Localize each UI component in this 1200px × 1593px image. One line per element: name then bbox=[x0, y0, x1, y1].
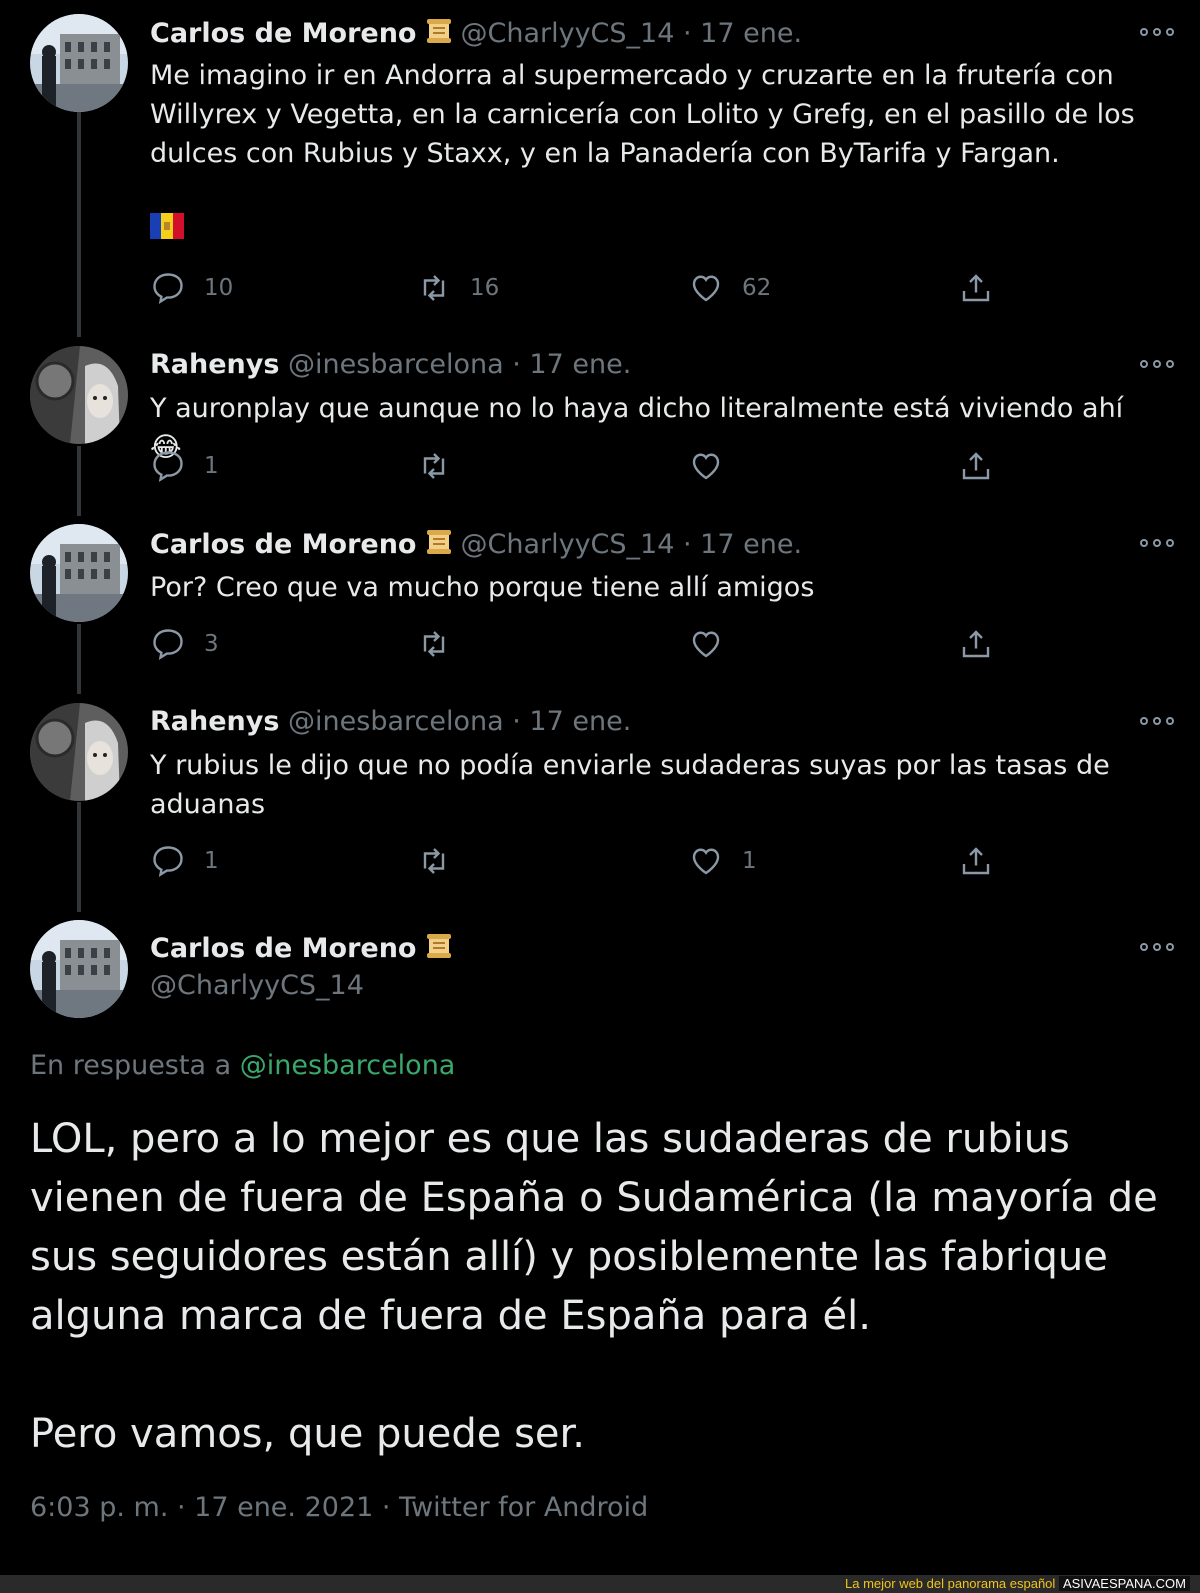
retweet-icon bbox=[423, 275, 445, 301]
more-options-icon[interactable] bbox=[1140, 536, 1174, 550]
heart-icon bbox=[692, 848, 720, 875]
tweet-text: Y rubius le dijo que no podía enviarle s… bbox=[150, 750, 1110, 820]
scroll-emoji-icon bbox=[424, 931, 454, 970]
more-options-icon[interactable] bbox=[1140, 25, 1174, 39]
share-button[interactable] bbox=[958, 841, 994, 881]
more-options-icon[interactable] bbox=[1140, 357, 1174, 371]
tweet-header: Carlos de Moreno bbox=[150, 931, 460, 970]
tweet-text: Por? Creo que va mucho porque tiene allí… bbox=[150, 572, 815, 603]
like-button[interactable]: 62 bbox=[688, 268, 771, 308]
more-options-icon[interactable] bbox=[1140, 940, 1174, 954]
display-name[interactable]: Carlos de Moreno bbox=[150, 933, 416, 964]
handle[interactable]: @CharlyyCS_14 bbox=[150, 969, 364, 1003]
thread-line bbox=[77, 446, 81, 516]
avatar-carlos-icon bbox=[30, 920, 128, 1018]
retweet-count: 16 bbox=[470, 275, 500, 301]
footer-tagline: La mejor web del panorama español bbox=[845, 1576, 1056, 1591]
like-button[interactable] bbox=[688, 624, 724, 664]
avatar-rahenys-icon bbox=[30, 346, 128, 444]
main-tweet-paragraph: Pero vamos, que puede ser. bbox=[30, 1411, 586, 1457]
handle[interactable]: @inesbarcelona bbox=[288, 349, 504, 380]
reply-button[interactable]: 1 bbox=[150, 446, 219, 486]
reply-context: En respuesta a @inesbarcelona bbox=[30, 1050, 455, 1081]
share-icon bbox=[962, 847, 990, 875]
like-count: 62 bbox=[742, 275, 772, 301]
reply-icon bbox=[153, 273, 183, 304]
retweet-button[interactable] bbox=[416, 624, 452, 664]
date[interactable]: · 17 ene. bbox=[512, 706, 631, 737]
like-button[interactable]: 1 bbox=[688, 841, 757, 881]
reply-button[interactable]: 10 bbox=[150, 268, 233, 308]
reply-icon bbox=[153, 451, 183, 482]
like-count: 1 bbox=[742, 848, 757, 874]
scroll-emoji-icon bbox=[424, 527, 454, 566]
retweet-icon bbox=[423, 631, 445, 657]
andorra-flag-icon bbox=[150, 213, 184, 239]
share-button[interactable] bbox=[958, 624, 994, 664]
main-tweet-paragraph: LOL, pero a lo mejor es que las sudadera… bbox=[30, 1116, 1158, 1339]
tweet-header: Carlos de Moreno @CharlyyCS_14 · 17 ene. bbox=[150, 527, 802, 566]
tweet-header: Rahenys @inesbarcelona · 17 ene. bbox=[150, 348, 631, 382]
reply-button[interactable]: 1 bbox=[150, 841, 219, 881]
reply-to-link[interactable]: @inesbarcelona bbox=[240, 1050, 456, 1081]
heart-icon bbox=[692, 631, 720, 658]
tweet-text: Me imagino ir en Andorra al supermercado… bbox=[150, 60, 1135, 169]
reply-count: 1 bbox=[204, 848, 219, 874]
heart-icon bbox=[692, 275, 720, 302]
share-icon bbox=[962, 452, 990, 480]
reply-count: 3 bbox=[204, 631, 219, 657]
reply-prefix: En respuesta a bbox=[30, 1050, 232, 1081]
footer-site[interactable]: ASIVAESPANA.COM bbox=[1058, 1576, 1190, 1591]
display-name[interactable]: Rahenys bbox=[150, 706, 279, 737]
reply-count: 1 bbox=[204, 453, 219, 479]
handle[interactable]: @CharlyyCS_14 bbox=[460, 529, 674, 560]
avatar[interactable] bbox=[30, 524, 128, 622]
date[interactable]: · 17 ene. bbox=[512, 349, 631, 380]
reply-icon bbox=[153, 629, 183, 660]
tweet-header: Carlos de Moreno @CharlyyCS_14 · 17 ene. bbox=[150, 16, 802, 55]
retweet-icon bbox=[423, 453, 445, 479]
avatar[interactable] bbox=[30, 346, 128, 444]
avatar[interactable] bbox=[30, 920, 128, 1018]
reply-count: 10 bbox=[204, 275, 234, 301]
avatar[interactable] bbox=[30, 703, 128, 801]
avatar-rahenys-icon bbox=[30, 703, 128, 801]
avatar-carlos-icon bbox=[30, 524, 128, 622]
heart-icon bbox=[692, 453, 720, 480]
display-name[interactable]: Carlos de Moreno bbox=[150, 529, 416, 560]
retweet-button[interactable] bbox=[416, 446, 452, 486]
date[interactable]: · 17 ene. bbox=[683, 18, 802, 49]
more-options-icon[interactable] bbox=[1140, 714, 1174, 728]
watermark-footer: La mejor web del panorama español ASIVAE… bbox=[0, 1575, 1200, 1593]
share-icon bbox=[962, 630, 990, 658]
reply-icon bbox=[153, 846, 183, 877]
tweet-header: Rahenys @inesbarcelona · 17 ene. bbox=[150, 705, 631, 739]
avatar-carlos-icon bbox=[30, 14, 128, 112]
retweet-icon bbox=[423, 848, 445, 874]
avatar[interactable] bbox=[30, 14, 128, 112]
action-bar: 1 1 bbox=[150, 841, 1030, 881]
share-icon bbox=[962, 274, 990, 302]
retweet-button[interactable] bbox=[416, 841, 452, 881]
handle[interactable]: @inesbarcelona bbox=[288, 706, 504, 737]
retweet-button[interactable]: 16 bbox=[416, 268, 499, 308]
display-name[interactable]: Rahenys bbox=[150, 349, 279, 380]
share-button[interactable] bbox=[958, 446, 994, 486]
tweet-timestamp[interactable]: 6:03 p. m. · 17 ene. 2021 · Twitter for … bbox=[30, 1492, 648, 1523]
handle[interactable]: @CharlyyCS_14 bbox=[460, 18, 674, 49]
date[interactable]: · 17 ene. bbox=[683, 529, 802, 560]
like-button[interactable] bbox=[688, 446, 724, 486]
display-name[interactable]: Carlos de Moreno bbox=[150, 18, 416, 49]
action-bar: 3 bbox=[150, 624, 1030, 664]
reply-button[interactable]: 3 bbox=[150, 624, 219, 664]
share-button[interactable] bbox=[958, 268, 994, 308]
thread-line bbox=[77, 802, 81, 912]
action-bar: 10 16 62 bbox=[150, 268, 1030, 308]
thread-line bbox=[77, 624, 81, 694]
thread-line bbox=[77, 112, 81, 337]
action-bar: 1 bbox=[150, 446, 1030, 486]
scroll-emoji-icon bbox=[424, 16, 454, 55]
main-tweet-text: LOL, pero a lo mejor es que las sudadera… bbox=[30, 1110, 1170, 1464]
